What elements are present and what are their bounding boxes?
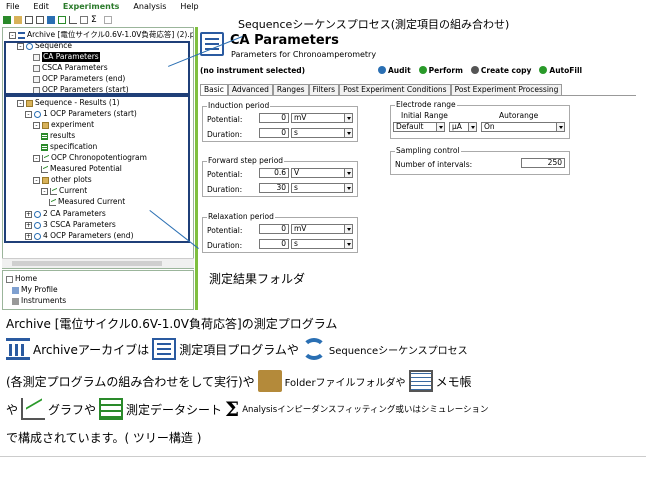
nav-my-profile[interactable]: My Profile xyxy=(12,285,58,295)
forward-duration-unit-select[interactable]: s xyxy=(291,183,353,193)
menu-analysis[interactable]: Analysis xyxy=(133,0,166,13)
data-sheet-icon xyxy=(99,398,124,420)
forward-potential-input[interactable]: 0.6 xyxy=(259,168,289,178)
sequence-highlight-box xyxy=(4,41,190,95)
induction-duration-input[interactable]: 0 xyxy=(259,128,289,138)
ca-subtitle: Parameters for Chronoamperometry xyxy=(231,50,377,59)
number-of-intervals-input[interactable]: 250 xyxy=(521,158,565,168)
induction-potential-unit-select[interactable]: mV xyxy=(291,113,353,123)
sheet-icon[interactable] xyxy=(58,15,66,24)
results-folder-annotation: 測定結果フォルダ xyxy=(209,272,306,286)
autofill-icon xyxy=(539,66,548,74)
archive-icon xyxy=(6,338,30,360)
tool-icon[interactable] xyxy=(80,15,88,24)
tree-item-label: Archive [電位サイクル0.6V-1.0V負荷応答] (2).pa xyxy=(27,30,194,39)
desc-line-3: (各測定プログラムの組み合わせをして実行)や Folderファイルフォルダや メ… xyxy=(6,370,472,392)
menu-bar: File Edit Experiments Analysis Help xyxy=(0,0,646,13)
perform-icon xyxy=(418,66,427,74)
menu-file[interactable]: File xyxy=(6,0,19,13)
autorange-select[interactable]: On xyxy=(481,122,565,132)
experiment-icon[interactable] xyxy=(47,15,55,24)
tree-horizontal-scrollbar[interactable] xyxy=(2,258,194,268)
copy-icon xyxy=(470,66,479,74)
audit-button[interactable]: Audit xyxy=(378,66,411,75)
relaxation-potential-input[interactable]: 0 xyxy=(259,224,289,234)
instrument-selector[interactable]: (no instrument selected) xyxy=(200,66,370,75)
forward-duration-input[interactable]: 30 xyxy=(259,183,289,193)
relaxation-potential-unit-select[interactable]: mV xyxy=(291,224,353,234)
archive-icon xyxy=(18,31,25,39)
tab-post-experiment-conditions[interactable]: Post Experiment Conditions xyxy=(339,84,451,95)
tab-ranges[interactable]: Ranges xyxy=(272,84,309,95)
relaxation-duration-unit-select[interactable]: s xyxy=(291,239,353,249)
tab-advanced[interactable]: Advanced xyxy=(227,84,273,95)
induction-potential-input[interactable]: 0 xyxy=(259,113,289,123)
new-icon[interactable] xyxy=(3,15,11,24)
forward-step-period-group: Forward step period Potential: 0.6 V Dur… xyxy=(202,156,358,197)
tree-item[interactable]: - Archive [電位サイクル0.6V-1.0V負荷応答] (2).pa xyxy=(9,30,194,40)
ca-title: CA Parameters xyxy=(230,33,339,48)
navigation-pane: Home My Profile Instruments xyxy=(2,270,194,310)
collapse-icon[interactable]: - xyxy=(9,31,16,39)
parameter-tabs: Basic Advanced Ranges Filters Post Exper… xyxy=(200,84,563,95)
sequence-icon xyxy=(301,338,326,360)
profile-icon xyxy=(12,286,19,294)
autofill-button[interactable]: AutoFill xyxy=(539,66,582,75)
perform-button[interactable]: Perform xyxy=(418,66,463,75)
print-icon[interactable] xyxy=(36,15,44,24)
forward-potential-unit-select[interactable]: V xyxy=(291,168,353,178)
nav-instruments[interactable]: Instruments xyxy=(12,296,66,306)
create-copy-button[interactable]: Create copy xyxy=(470,66,531,75)
analysis-sigma-icon: Σ xyxy=(225,397,240,421)
sequence-annotation: Sequenceシーケンスプロセス(測定項目の組み合わせ) xyxy=(238,18,510,31)
pane-splitter[interactable] xyxy=(195,27,198,310)
desc-line-4: や グラフや 測定データシート Σ Analysisインピーダンスフィッティング… xyxy=(6,397,489,421)
toolbar: Σ xyxy=(0,13,200,26)
folder-icon xyxy=(257,370,282,392)
misc-icon[interactable] xyxy=(104,15,112,24)
graph-icon[interactable] xyxy=(69,15,77,24)
desc-line-2: Archiveアーカイブは 測定項目プログラムや Sequenceシーケンスプロ… xyxy=(6,338,468,360)
protocol-icon xyxy=(152,338,177,360)
sampling-control-group: Sampling control Number of intervals: 25… xyxy=(390,146,570,175)
electrode-range-group: Electrode range Initial Range Autorange … xyxy=(390,100,570,139)
home-icon xyxy=(6,275,13,283)
tab-filters[interactable]: Filters xyxy=(308,84,340,95)
initial-range-unit-select[interactable]: µA xyxy=(449,122,477,132)
save-icon[interactable] xyxy=(25,15,33,24)
audit-icon xyxy=(378,66,386,74)
desc-line-5: で構成されています。( ツリー構造 ) xyxy=(6,431,202,445)
desc-line-1: Archive [電位サイクル0.6V-1.0V負荷応答]の測定プログラム xyxy=(6,317,338,331)
tab-basic[interactable]: Basic xyxy=(200,84,228,95)
menu-edit[interactable]: Edit xyxy=(33,0,49,13)
instrument-icon xyxy=(12,297,19,305)
initial-range-select[interactable]: Default xyxy=(393,122,445,132)
menu-help[interactable]: Help xyxy=(180,0,198,13)
instrument-bar: (no instrument selected) Audit Perform C… xyxy=(200,64,636,76)
graph-icon xyxy=(21,398,46,420)
sigma-icon[interactable]: Σ xyxy=(91,15,101,24)
menu-experiments[interactable]: Experiments xyxy=(63,0,120,13)
memo-icon xyxy=(408,370,433,392)
tab-post-experiment-processing[interactable]: Post Experiment Processing xyxy=(450,84,563,95)
induction-duration-unit-select[interactable]: s xyxy=(291,128,353,138)
relaxation-period-group: Relaxation period Potential: 0 mV Durati… xyxy=(202,212,358,253)
nav-home[interactable]: Home xyxy=(6,274,37,284)
induction-period-group: Induction period Potential: 0 mV Duratio… xyxy=(202,101,358,142)
open-folder-icon[interactable] xyxy=(14,15,22,24)
relaxation-duration-input[interactable]: 0 xyxy=(259,239,289,249)
